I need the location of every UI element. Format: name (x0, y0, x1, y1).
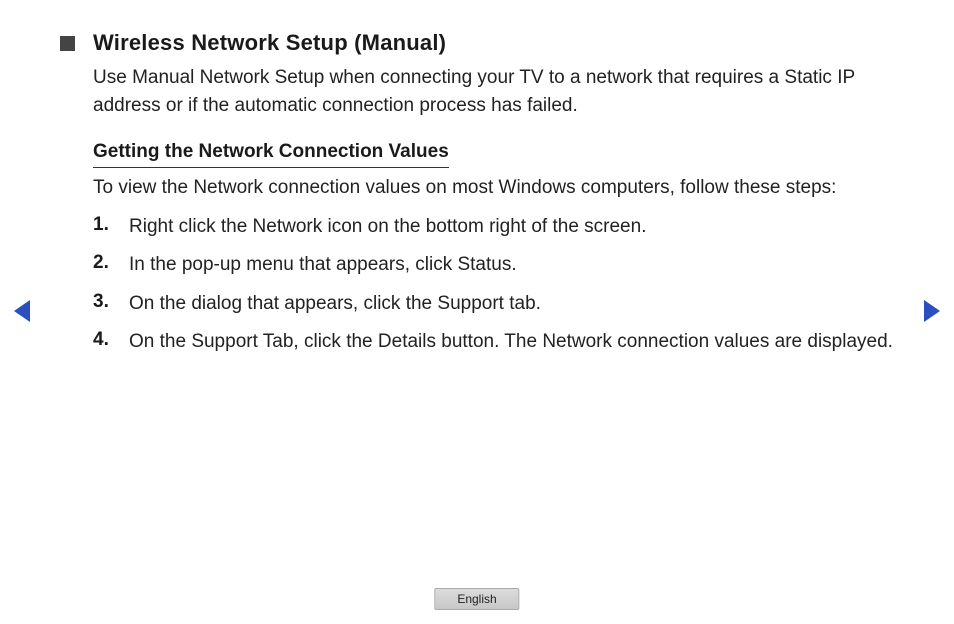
manual-page: Wireless Network Setup (Manual) Use Manu… (0, 0, 954, 624)
section-lead: To view the Network connection values on… (93, 174, 894, 202)
step-number: 1. (93, 214, 115, 236)
step-text: Right click the Network icon on the bott… (129, 214, 646, 241)
square-bullet-icon (60, 36, 75, 51)
step-item: 4. On the Support Tab, click the Details… (93, 329, 894, 356)
next-page-button[interactable] (924, 300, 940, 322)
step-number: 3. (93, 291, 115, 313)
prev-page-button[interactable] (14, 300, 30, 322)
step-text: On the dialog that appears, click the Su… (129, 291, 541, 318)
page-title: Wireless Network Setup (Manual) (93, 30, 446, 56)
language-tab[interactable]: English (434, 588, 519, 610)
step-text: On the Support Tab, click the Details bu… (129, 329, 893, 356)
step-number: 4. (93, 329, 115, 351)
step-item: 3. On the dialog that appears, click the… (93, 291, 894, 318)
arrow-right-icon (924, 300, 940, 322)
step-item: 2. In the pop-up menu that appears, clic… (93, 252, 894, 279)
intro-paragraph: Use Manual Network Setup when connecting… (93, 64, 894, 119)
step-item: 1. Right click the Network icon on the b… (93, 214, 894, 241)
step-number: 2. (93, 252, 115, 274)
section-subtitle: Getting the Network Connection Values (93, 141, 449, 168)
step-text: In the pop-up menu that appears, click S… (129, 252, 517, 279)
arrow-left-icon (14, 300, 30, 322)
title-row: Wireless Network Setup (Manual) (60, 30, 894, 56)
